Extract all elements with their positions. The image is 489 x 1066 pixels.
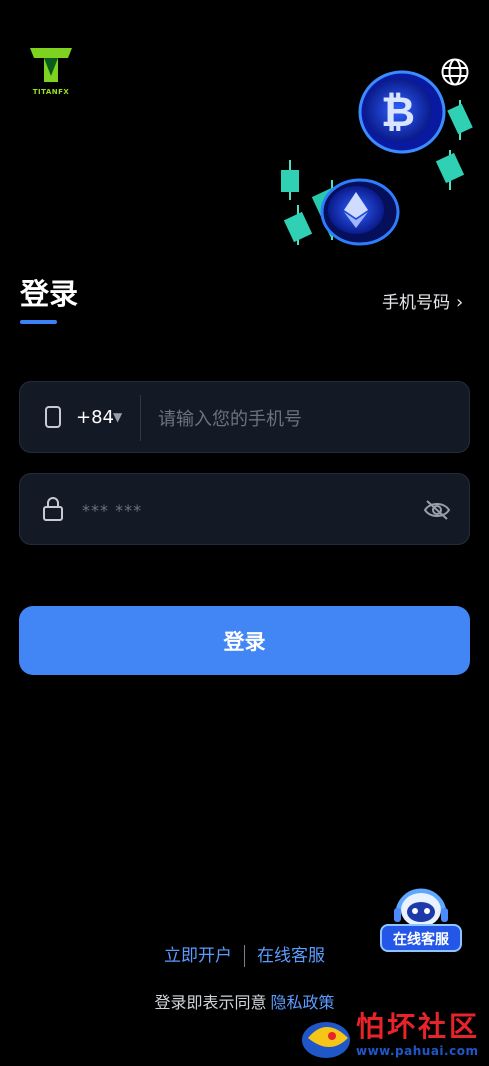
footer-links: 立即开户 在线客服: [0, 942, 489, 970]
watermark-title: 怕坏社区: [356, 1010, 481, 1043]
open-account-link[interactable]: 立即开户: [164, 946, 232, 966]
titanfx-logo: [30, 48, 72, 82]
login-button[interactable]: 登录: [19, 606, 470, 675]
svg-text:₿: ₿: [381, 87, 415, 136]
eye-off-icon[interactable]: [422, 498, 452, 522]
caret-down-icon[interactable]: ▼: [113, 410, 122, 424]
password-input[interactable]: [80, 490, 404, 530]
phone-input[interactable]: [156, 400, 460, 438]
tab-phone-number[interactable]: 手机号码 ›: [382, 290, 463, 316]
tab-phone-number-label: 手机号码: [382, 293, 450, 313]
password-field: [19, 473, 470, 545]
country-code-select[interactable]: +84: [76, 404, 114, 432]
field-divider: [140, 395, 141, 441]
logo-text: TITANFX: [32, 88, 70, 96]
online-service-link[interactable]: 在线客服: [257, 946, 325, 966]
watermark-url: www.pahuai.com: [356, 1044, 479, 1058]
ethereum-icon: [320, 178, 400, 246]
footer-divider: [244, 945, 245, 967]
phone-field: +84 ▼: [19, 381, 470, 453]
crypto-illustration: ₿: [281, 70, 473, 246]
agreement-prefix: 登录即表示同意: [154, 993, 267, 1012]
phone-icon: [45, 406, 61, 428]
lock-icon: [43, 497, 63, 521]
bitcoin-icon: ₿: [358, 70, 446, 154]
chevron-right-icon: ›: [456, 292, 464, 313]
tab-login[interactable]: 登录: [20, 276, 78, 312]
tab-active-indicator: [20, 320, 57, 324]
